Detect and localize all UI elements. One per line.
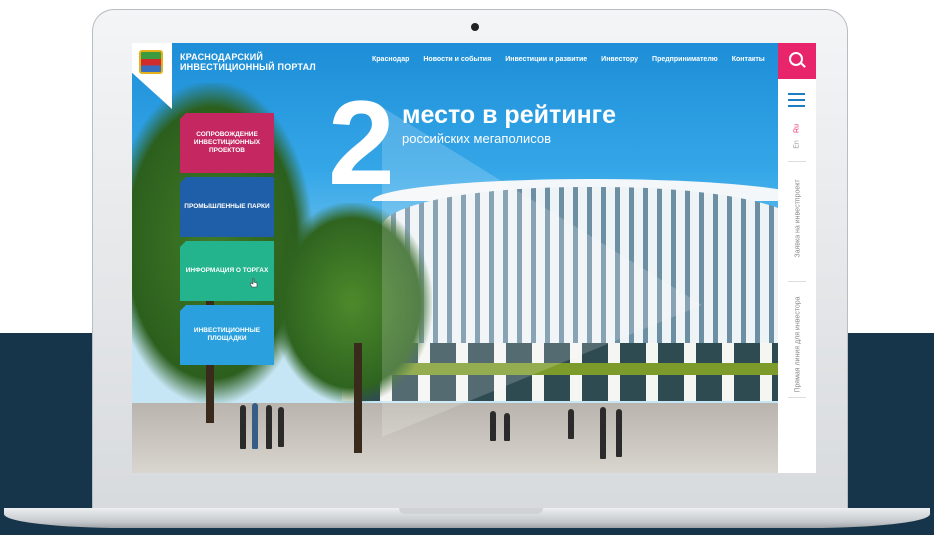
coat-of-arms-icon[interactable] xyxy=(139,50,163,74)
rail-divider xyxy=(788,281,806,282)
nav-item-krasnodar[interactable]: Краснодар xyxy=(372,56,409,63)
hand-cursor-icon xyxy=(250,278,258,288)
person-figure xyxy=(266,405,272,449)
search-button[interactable] xyxy=(778,43,816,79)
rail-divider xyxy=(788,397,806,398)
main-nav: Краснодар Новости и события Инвестиции и… xyxy=(372,56,765,63)
search-icon-handle xyxy=(800,62,806,68)
investor-hotline-link[interactable]: Прямая линия для инвестора xyxy=(795,291,802,399)
lang-en-link[interactable]: En xyxy=(794,126,801,164)
nav-item-entrepreneur[interactable]: Предпринимателю xyxy=(652,56,718,63)
plaza-ground xyxy=(132,403,816,473)
rank-number: 2 xyxy=(328,76,395,210)
nav-item-contacts[interactable]: Контакты xyxy=(732,56,765,63)
investproject-request-link[interactable]: Заявка на инвестпроект xyxy=(795,165,802,273)
nav-item-news[interactable]: Новости и события xyxy=(423,56,491,63)
portal-title[interactable]: КРАСНОДАРСКИЙ ИНВЕСТИЦИОННЫЙ ПОРТАЛ xyxy=(180,52,330,72)
right-rail: Ru En Заявка на инвестпроект Прямая лини… xyxy=(778,43,816,473)
hamburger-menu-icon[interactable] xyxy=(788,93,805,111)
person-figure xyxy=(616,409,622,457)
camera-icon xyxy=(471,23,479,31)
laptop-screen: КРАСНОДАРСКИЙ ИНВЕСТИЦИОННЫЙ ПОРТАЛ Крас… xyxy=(132,43,816,473)
tree-trunk xyxy=(354,343,362,453)
nav-item-investments[interactable]: Инвестиции и развитие xyxy=(505,56,587,63)
laptop-notch xyxy=(399,508,543,514)
hero-title: место в рейтинге xyxy=(402,101,616,129)
tile-investment-sites[interactable]: ИНВЕСТИЦИОННЫЕ ПЛОЩАДКИ xyxy=(180,305,274,365)
rail-divider xyxy=(788,161,806,162)
person-figure xyxy=(490,411,496,441)
person-figure xyxy=(504,413,510,441)
person-figure xyxy=(600,407,606,459)
tile-investment-support[interactable]: СОПРОВОЖДЕНИЕ ИНВЕСТИЦИОННЫХ ПРОЕКТОВ xyxy=(180,113,274,173)
laptop-base xyxy=(4,508,930,528)
person-figure xyxy=(252,403,258,449)
hero-subtitle: российских мегаполисов xyxy=(402,131,552,146)
person-figure xyxy=(278,407,284,447)
tile-auction-info[interactable]: ИНФОРМАЦИЯ О ТОРГАХ xyxy=(180,241,274,301)
nav-item-investor[interactable]: Инвестору xyxy=(601,56,638,63)
tile-industrial-parks[interactable]: ПРОМЫШЛЕННЫЕ ПАРКИ xyxy=(180,177,274,237)
top-navbar: КРАСНОДАРСКИЙ ИНВЕСТИЦИОННЫЙ ПОРТАЛ Крас… xyxy=(132,43,778,109)
person-figure xyxy=(240,405,246,449)
person-figure xyxy=(568,409,574,439)
